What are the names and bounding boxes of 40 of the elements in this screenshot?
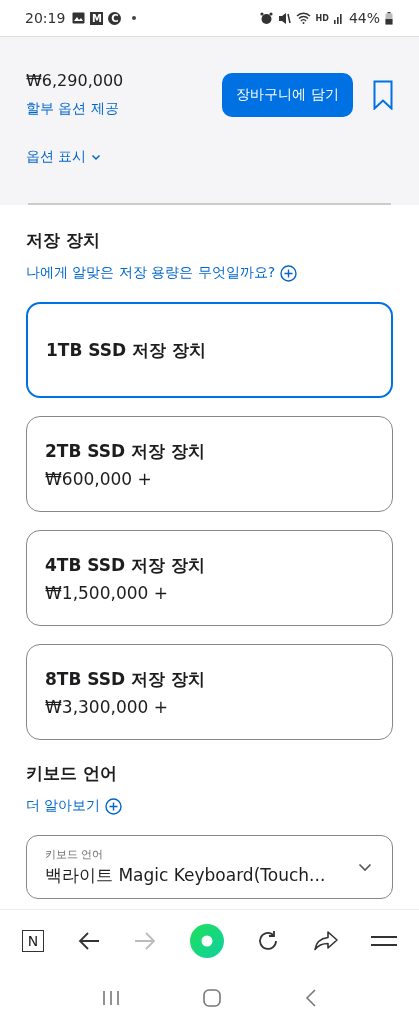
- recent-apps-icon[interactable]: [101, 990, 120, 1006]
- battery-percent: 44%: [348, 10, 380, 26]
- back-arrow-icon[interactable]: [76, 931, 101, 951]
- storage-option[interactable]: 1TB SSD 저장 장치: [26, 302, 393, 398]
- plus-circle-icon: [105, 797, 123, 815]
- keyboard-language-select[interactable]: 키보드 언어 백라이트 Magic Keyboard(Touch...: [26, 835, 393, 899]
- clock-time: 20:19: [25, 10, 66, 26]
- home-icon[interactable]: [203, 989, 222, 1007]
- select-value: 백라이트 Magic Keyboard(Touch...: [45, 864, 327, 887]
- storage-option[interactable]: 2TB SSD 저장 장치 ₩600,000 +: [26, 416, 393, 512]
- keyboard-help-link[interactable]: 더 알아보기: [26, 797, 123, 815]
- circle-badge: C: [108, 11, 122, 25]
- dot-icon: [132, 16, 137, 20]
- chevron-down-icon: [358, 862, 372, 872]
- battery-icon: [385, 11, 393, 25]
- storage-help-link[interactable]: 나에게 알맞은 저장 용량은 무엇일까요?: [26, 264, 298, 282]
- back-icon[interactable]: [305, 988, 318, 1008]
- mute-icon: [277, 11, 291, 25]
- network-label: HD: [315, 13, 329, 23]
- app-badge: M: [90, 11, 104, 25]
- image-icon: [72, 12, 86, 24]
- signal-icon: [333, 12, 344, 24]
- share-icon[interactable]: [312, 930, 339, 952]
- section-heading: 키보드 언어: [26, 762, 118, 785]
- reload-icon[interactable]: [256, 929, 280, 953]
- section-heading: 저장 장치: [26, 229, 101, 252]
- installment-link[interactable]: 할부 옵션 제공: [26, 100, 222, 118]
- alarm-icon: [259, 11, 273, 25]
- chevron-down-icon: [91, 153, 102, 161]
- tabs-button[interactable]: N: [22, 930, 44, 952]
- total-price: ₩6,290,000: [26, 71, 125, 90]
- show-options-link[interactable]: 옵션 표시: [26, 148, 102, 166]
- add-to-bag-button[interactable]: 장바구니에 담기: [222, 72, 353, 117]
- select-label: 키보드 언어: [45, 847, 105, 862]
- wifi-icon: [295, 12, 311, 24]
- storage-option[interactable]: 8TB SSD 저장 장치 ₩3,300,000 +: [26, 644, 393, 740]
- storage-option[interactable]: 4TB SSD 저장 장치 ₩1,500,000 +: [26, 530, 393, 626]
- menu-icon[interactable]: [371, 935, 397, 947]
- bookmark-icon[interactable]: [373, 79, 393, 110]
- plus-circle-icon: [280, 264, 298, 282]
